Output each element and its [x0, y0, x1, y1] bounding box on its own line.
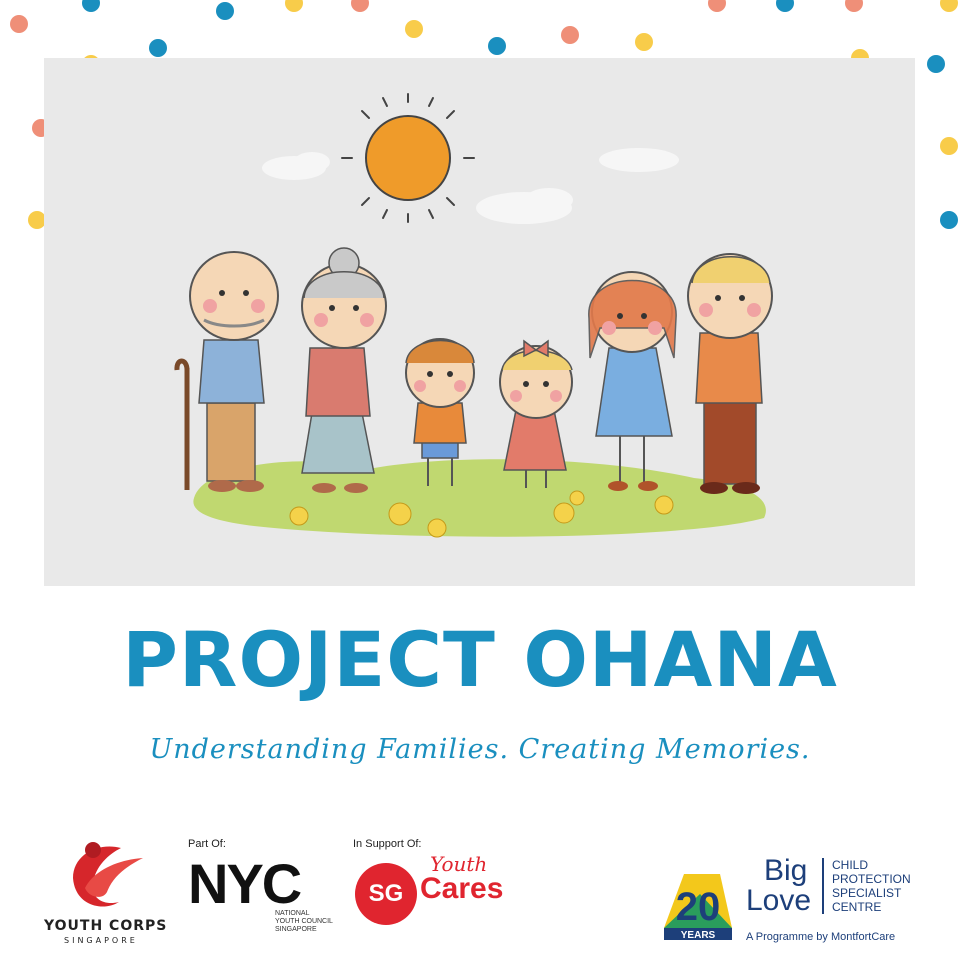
big-love-big: Big [764, 854, 808, 887]
youth-corps-logo: YOUTH CORPS SINGAPORE [0, 830, 180, 960]
sun-icon [341, 93, 475, 223]
sg-cares-word: Cares [420, 872, 504, 905]
years-label: YEARS [681, 930, 716, 940]
mother [588, 271, 677, 491]
part-of-label: Part Of: [188, 838, 226, 850]
twenty-years-icon: 20 YEARS [664, 874, 732, 941]
programme-text: A Programme by MontfortCare [746, 931, 896, 943]
father [687, 253, 773, 494]
grandmother [301, 247, 387, 493]
confetti-dot [488, 37, 506, 55]
page-title: PROJECT OHANA [122, 615, 838, 704]
confetti-dot [10, 15, 28, 33]
grandfather [174, 251, 279, 492]
cloud-icon [262, 148, 679, 224]
girl [499, 339, 573, 488]
family-illustration [44, 58, 915, 586]
nyc-logo: NYC [188, 852, 302, 915]
twenty-years-badge: 20 YEARS [660, 868, 736, 941]
confetti-dot [561, 26, 579, 44]
nyc-mark: NYC [188, 852, 302, 915]
confetti-dot [216, 2, 234, 20]
confetti-dot [845, 0, 863, 12]
in-support-label: In Support Of: [353, 838, 422, 850]
cpsc-line: CENTRE [832, 900, 882, 914]
youth-corps-sub: SINGAPORE [64, 936, 138, 945]
big-love-love: Love [746, 884, 812, 917]
cpsc-line: SPECIALIST [832, 886, 902, 900]
cpsc-text: CHILD PROTECTION SPECIALIST CENTRE [832, 858, 911, 914]
big-love-divider [822, 858, 824, 914]
confetti-dot [82, 0, 100, 12]
confetti-dot [776, 0, 794, 12]
youth-corps-emblem-icon [73, 842, 143, 907]
partner-logos: YOUTH CORPS SINGAPORE Part Of: NYC NATIO… [0, 830, 960, 960]
family-illustration-svg [174, 93, 773, 538]
confetti-dot [405, 20, 423, 38]
confetti-dot [635, 33, 653, 51]
confetti-dot [351, 0, 369, 12]
tagline: Understanding Families. Creating Memorie… [149, 734, 811, 765]
confetti-dot [285, 0, 303, 12]
confetti-dot [708, 0, 726, 12]
confetti-dot [940, 0, 958, 12]
cpsc-line: CHILD [832, 858, 869, 872]
confetti-dot [149, 39, 167, 57]
sg-circle: SG [355, 863, 417, 925]
nyc-small-text: NATIONAL YOUTH COUNCIL SINGAPORE [275, 910, 333, 933]
grass [193, 459, 766, 537]
confetti-dot [927, 55, 945, 73]
confetti-dot [940, 137, 958, 155]
youth-corps-name: YOUTH CORPS [44, 918, 168, 934]
years-number: 20 [676, 885, 721, 929]
cpsc-line: PROTECTION [832, 872, 911, 886]
confetti-dot [940, 211, 958, 229]
